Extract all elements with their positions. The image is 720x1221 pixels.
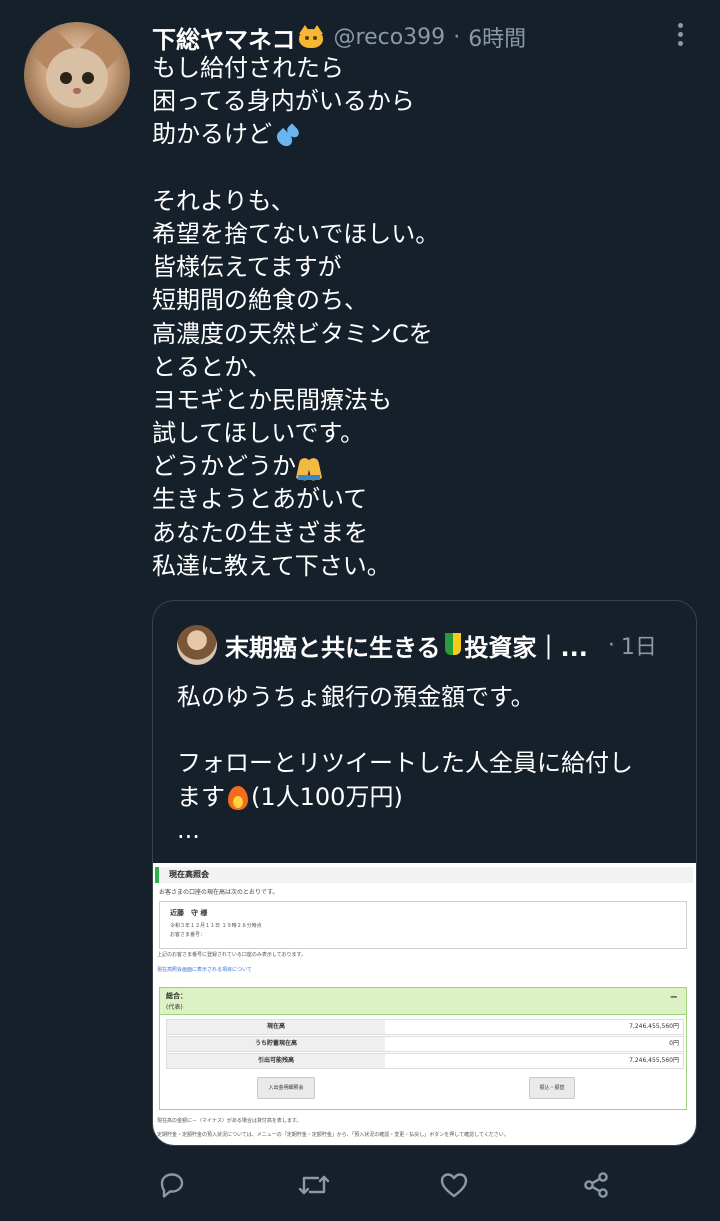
tweet-line: 希望を捨てないでほしい。 xyxy=(152,219,440,248)
author-avatar[interactable] xyxy=(24,22,130,128)
share-icon[interactable] xyxy=(576,1162,616,1208)
tweet-line: 高濃度の天然ビタミンCを xyxy=(152,319,433,348)
sweat-droplets-icon xyxy=(273,121,304,150)
more-options-icon[interactable] xyxy=(664,20,696,48)
balance-row-label: うち貯蓄現在高 xyxy=(167,1037,385,1051)
balance-row-value: 7,246,455,560円 xyxy=(629,1057,679,1064)
tweet-line: もし給付されたら xyxy=(152,54,344,82)
quoted-tweet-header: 末期癌と共に生きる 投資家｜... · 1日 xyxy=(225,627,685,663)
bank-page-titlebar: 現在高照会 xyxy=(155,867,693,883)
balance-row-value: 0円 xyxy=(669,1040,679,1047)
balance-row-label: 引出可能残高 xyxy=(167,1054,385,1068)
balance-row: 現在高 7,246,455,560円 xyxy=(166,1019,684,1035)
quoted-text-line: 私のゆうちょ銀行の預金額です。 xyxy=(177,683,535,711)
retweet-icon[interactable] xyxy=(294,1162,334,1208)
balance-table: 現在高 7,246,455,560円 うち貯蓄現在高 0円 引出可能残高 7,2… xyxy=(159,1013,687,1110)
fire-icon xyxy=(227,784,249,810)
separator-dot: · xyxy=(607,632,615,658)
quoted-tweet-timestamp[interactable]: 1日 xyxy=(621,629,657,661)
tweet-line: 助かるけど xyxy=(152,118,692,151)
bank-page-subtitle: お客さまの口座の現在高は次のとおりです。 xyxy=(159,889,279,896)
transfer-button: 振込・振替 xyxy=(529,1077,575,1099)
balance-row: 引出可能残高 7,246,455,560円 xyxy=(166,1053,684,1069)
author-display-name[interactable]: 下総ヤマネコ xyxy=(152,20,296,55)
balance-row: うち貯蓄現在高 0円 xyxy=(166,1036,684,1052)
summary-header: 総合： (代表) − xyxy=(159,987,687,1015)
tweet-line: それよりも、 xyxy=(152,186,295,215)
avatar-eye xyxy=(82,72,94,84)
customer-number: お客さま番号： xyxy=(170,932,206,938)
tweet-header: 下総ヤマネコ @reco399 · 6時間 xyxy=(152,20,526,54)
quoted-author-name-text: 末期癌と共に生きる xyxy=(225,633,441,662)
tweet-line: 試してほしいです。 xyxy=(152,419,365,448)
balance-row-label: 現在高 xyxy=(167,1020,385,1034)
quoted-text-segment: (1人100万円) xyxy=(251,783,403,811)
customer-info-box: 近藤 守 様 令和３年１２月１１日 １９時２８分時点 お客さま番号： xyxy=(159,901,687,949)
quoted-text-line: フォローとリツイートした人全員に給付し xyxy=(177,749,633,777)
tweet-line: 私達に教えて下さい。 xyxy=(152,551,391,580)
transaction-history-button: 入出金明細照会 xyxy=(257,1077,315,1099)
avatar-nose xyxy=(73,88,81,94)
avatar-face xyxy=(46,48,108,108)
tweet-line: あなたの生きざまを xyxy=(152,518,368,547)
balance-date: 令和３年１２月１１日 １９時２８分時点 xyxy=(170,923,262,929)
customer-name: 近藤 守 様 xyxy=(170,909,208,917)
tweet-line: ヨモギとか民間療法も xyxy=(152,385,392,414)
tweet-line-text: どうかどうか xyxy=(152,452,296,481)
bank-footnote: 現在高の金額に－（マイナス）がある場合は貸付高を表します。 xyxy=(157,1118,302,1124)
quoted-text-segment: ます xyxy=(177,783,225,811)
quoted-tweet-image[interactable]: 現在高照会 お客さまの口座の現在高は次のとおりです。 近藤 守 様 令和３年１２… xyxy=(153,863,696,1145)
tweet-line: とるとか、 xyxy=(152,352,272,381)
summary-label: 総合： xyxy=(166,992,187,1000)
beginner-mark-icon xyxy=(444,633,461,657)
collapse-icon: − xyxy=(669,992,678,1003)
tweet-line: 困ってる身内がいるから xyxy=(152,87,415,116)
tweet-line: 皆様伝えてますが xyxy=(152,253,342,282)
reply-icon[interactable] xyxy=(152,1162,192,1208)
tweet-line: 生きようとあがいて xyxy=(152,485,368,514)
tweet-timestamp[interactable]: 6時間 xyxy=(468,21,526,53)
bank-note: 上記のお客さま番号に登録されている口座のみ表示しております。 xyxy=(157,952,307,958)
quoted-author-name-suffix: 投資家｜... xyxy=(464,633,588,662)
summary-sublabel: (代表) xyxy=(166,1004,183,1011)
bank-page-title: 現在高照会 xyxy=(169,870,209,879)
balance-row-value: 7,246,455,560円 xyxy=(629,1023,679,1030)
tweet-action-bar xyxy=(152,1162,632,1208)
like-icon[interactable] xyxy=(434,1162,474,1208)
tweet-line: どうかどうか xyxy=(152,450,692,483)
cat-face-icon xyxy=(298,25,324,49)
quoted-author-avatar[interactable] xyxy=(177,625,217,665)
tweet-text: もし給付されたら 困ってる身内がいるから 助かるけど それよりも、 希望を捨てな… xyxy=(152,52,692,583)
bank-footnote: 定期貯金・定額貯金の預入状況については、メニューの「定期貯金・定額貯金」から、「… xyxy=(157,1132,509,1138)
folded-hands-icon xyxy=(295,454,323,481)
separator-dot: · xyxy=(453,24,461,50)
quoted-author-name[interactable]: 末期癌と共に生きる 投資家｜... xyxy=(225,628,588,663)
tweet-line-text: 助かるけど xyxy=(152,120,272,149)
quoted-tweet-card[interactable]: 末期癌と共に生きる 投資家｜... · 1日 私のゆうちょ銀行の預金額です。 フ… xyxy=(152,600,697,1146)
author-handle[interactable]: @reco399 xyxy=(334,25,446,50)
avatar-eye xyxy=(60,72,72,84)
quoted-text-ellipsis: ... xyxy=(177,816,200,844)
tweet-line: 短期間の絶食のち、 xyxy=(152,286,368,315)
quoted-text-line: ます (1人100万円) xyxy=(177,779,677,815)
bank-help-link: 現在高照会画面に表示される項目について xyxy=(157,967,252,973)
